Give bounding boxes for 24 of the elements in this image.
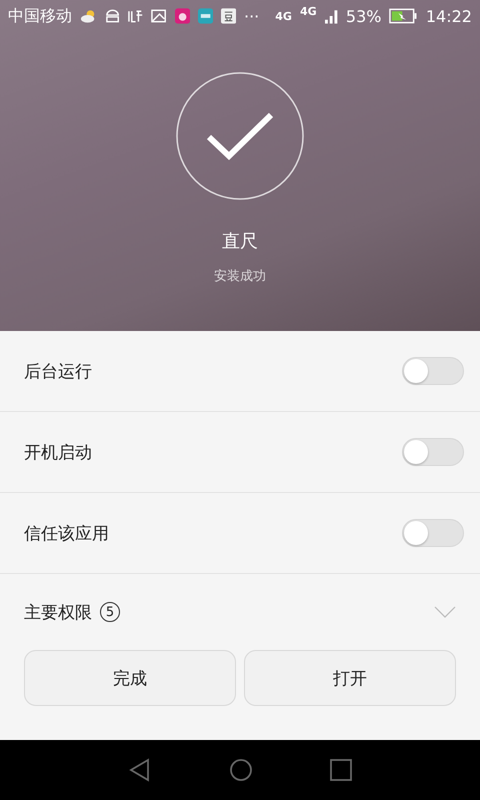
- battery-percent: 53%: [346, 6, 382, 26]
- recents-icon[interactable]: [330, 759, 352, 781]
- setting-label: 后台运行: [24, 360, 92, 382]
- home-icon[interactable]: [228, 758, 253, 782]
- clock: 14:22: [426, 6, 472, 26]
- image-icon: [151, 9, 167, 23]
- setting-label: 开机启动: [24, 442, 92, 464]
- toggle-switch[interactable]: [402, 357, 464, 385]
- action-button[interactable]: 完成: [24, 650, 236, 706]
- network-type: 4G: [275, 10, 292, 22]
- app-name: 直尺: [222, 230, 258, 253]
- action-button[interactable]: 打开: [244, 650, 456, 706]
- setting-label: 信任该应用: [24, 522, 109, 544]
- carrier-name: 中国移动: [8, 6, 72, 26]
- chevron-icon[interactable]: [434, 606, 456, 618]
- success-check-icon: [175, 71, 305, 201]
- permissions-label: 主要权限: [24, 602, 92, 624]
- toggle-switch[interactable]: [402, 519, 464, 547]
- more-notifications: ···: [244, 6, 260, 26]
- signal-icon: [324, 8, 338, 24]
- network-type: 4G: [300, 6, 317, 17]
- install-status: 安装成功: [214, 268, 266, 285]
- toggle-switch[interactable]: [402, 438, 464, 466]
- permission-count: 5: [100, 602, 120, 622]
